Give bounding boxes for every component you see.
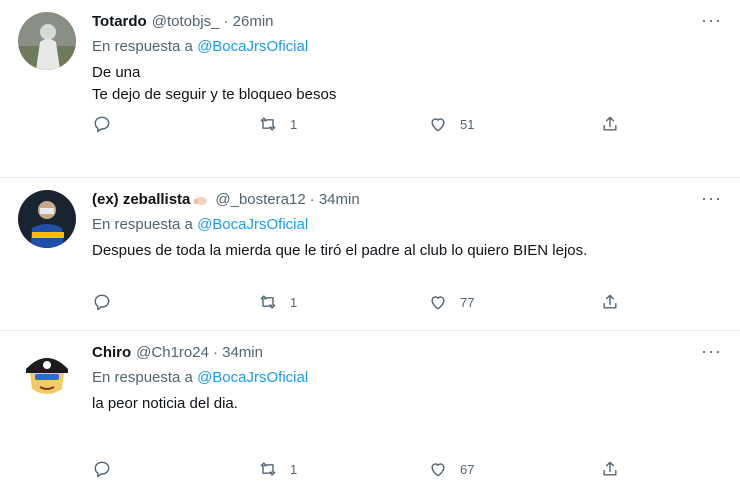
heart-icon — [431, 118, 445, 132]
like-button[interactable]: 51 — [428, 114, 474, 134]
more-options-icon[interactable]: ··· — [701, 341, 722, 362]
action-bar: 1 77 — [92, 292, 632, 316]
tweet[interactable]: (ex) zeballista @_bostera12 · 34min ··· … — [0, 178, 740, 331]
heart-icon — [431, 296, 445, 310]
display-name[interactable]: (ex) zeballista — [92, 191, 190, 208]
mention-link[interactable]: @BocaJrsOficial — [197, 216, 308, 233]
reply-icon — [94, 294, 110, 311]
timestamp[interactable]: · 34min — [310, 191, 360, 208]
avatar[interactable] — [18, 343, 76, 401]
display-name[interactable]: Chiro — [92, 344, 131, 361]
share-icon — [603, 461, 617, 476]
reply-icon — [94, 116, 110, 133]
replying-label: En respuesta a — [92, 369, 193, 386]
tweet-text: Despues de toda la mierda que le tiró el… — [92, 242, 588, 259]
share-button[interactable] — [600, 292, 620, 312]
user-handle[interactable]: @_bostera12 — [215, 191, 305, 208]
more-options-icon[interactable]: ··· — [701, 188, 722, 209]
display-name[interactable]: Totardo — [92, 13, 147, 30]
action-bar: 1 67 — [92, 459, 632, 483]
hand-emoji-icon — [192, 193, 208, 205]
share-button[interactable] — [600, 114, 620, 134]
retweet-button[interactable]: 1 — [258, 292, 297, 312]
replying-to: En respuesta a @BocaJrsOficial — [92, 38, 726, 58]
user-handle[interactable]: @totobjs_ — [152, 13, 220, 30]
retweet-count: 1 — [290, 294, 298, 310]
share-icon — [603, 116, 617, 131]
heart-icon — [431, 463, 445, 477]
retweet-icon — [260, 295, 276, 309]
reply-button[interactable] — [92, 292, 112, 312]
like-count: 51 — [460, 116, 475, 132]
retweet-icon — [260, 117, 276, 131]
reply-button[interactable] — [92, 459, 112, 479]
user-handle[interactable]: @Ch1ro24 — [136, 344, 209, 361]
tweet-text: De una Te dejo de seguir y te bloqueo be… — [92, 64, 337, 103]
share-button[interactable] — [600, 459, 620, 479]
more-options-icon[interactable]: ··· — [701, 10, 722, 31]
replying-label: En respuesta a — [92, 216, 193, 233]
reply-icon — [94, 461, 110, 478]
like-count: 67 — [460, 461, 475, 477]
replying-label: En respuesta a — [92, 38, 193, 55]
like-button[interactable]: 67 — [428, 459, 474, 479]
tweet[interactable]: Chiro @Ch1ro24 · 34min ··· En respuesta … — [0, 331, 740, 481]
replying-to: En respuesta a @BocaJrsOficial — [92, 369, 726, 389]
action-bar: 1 51 — [92, 114, 632, 138]
avatar[interactable] — [18, 12, 76, 70]
like-button[interactable]: 77 — [428, 292, 474, 312]
timestamp[interactable]: · 34min — [213, 344, 263, 361]
retweet-count: 1 — [290, 116, 298, 132]
replying-to: En respuesta a @BocaJrsOficial — [92, 216, 726, 236]
avatar[interactable] — [18, 190, 76, 248]
tweet-text: la peor noticia del dia. — [92, 395, 238, 412]
tweet[interactable]: Totardo @totobjs_ · 26min ··· En respues… — [0, 0, 740, 178]
reply-button[interactable] — [92, 114, 112, 134]
retweet-button[interactable]: 1 — [258, 114, 297, 134]
like-count: 77 — [460, 294, 475, 310]
mention-link[interactable]: @BocaJrsOficial — [197, 38, 308, 55]
timestamp[interactable]: · 26min — [223, 13, 273, 30]
retweet-icon — [260, 462, 276, 476]
retweet-button[interactable]: 1 — [258, 459, 297, 479]
share-icon — [603, 294, 617, 309]
mention-link[interactable]: @BocaJrsOficial — [197, 369, 308, 386]
retweet-count: 1 — [290, 461, 298, 477]
